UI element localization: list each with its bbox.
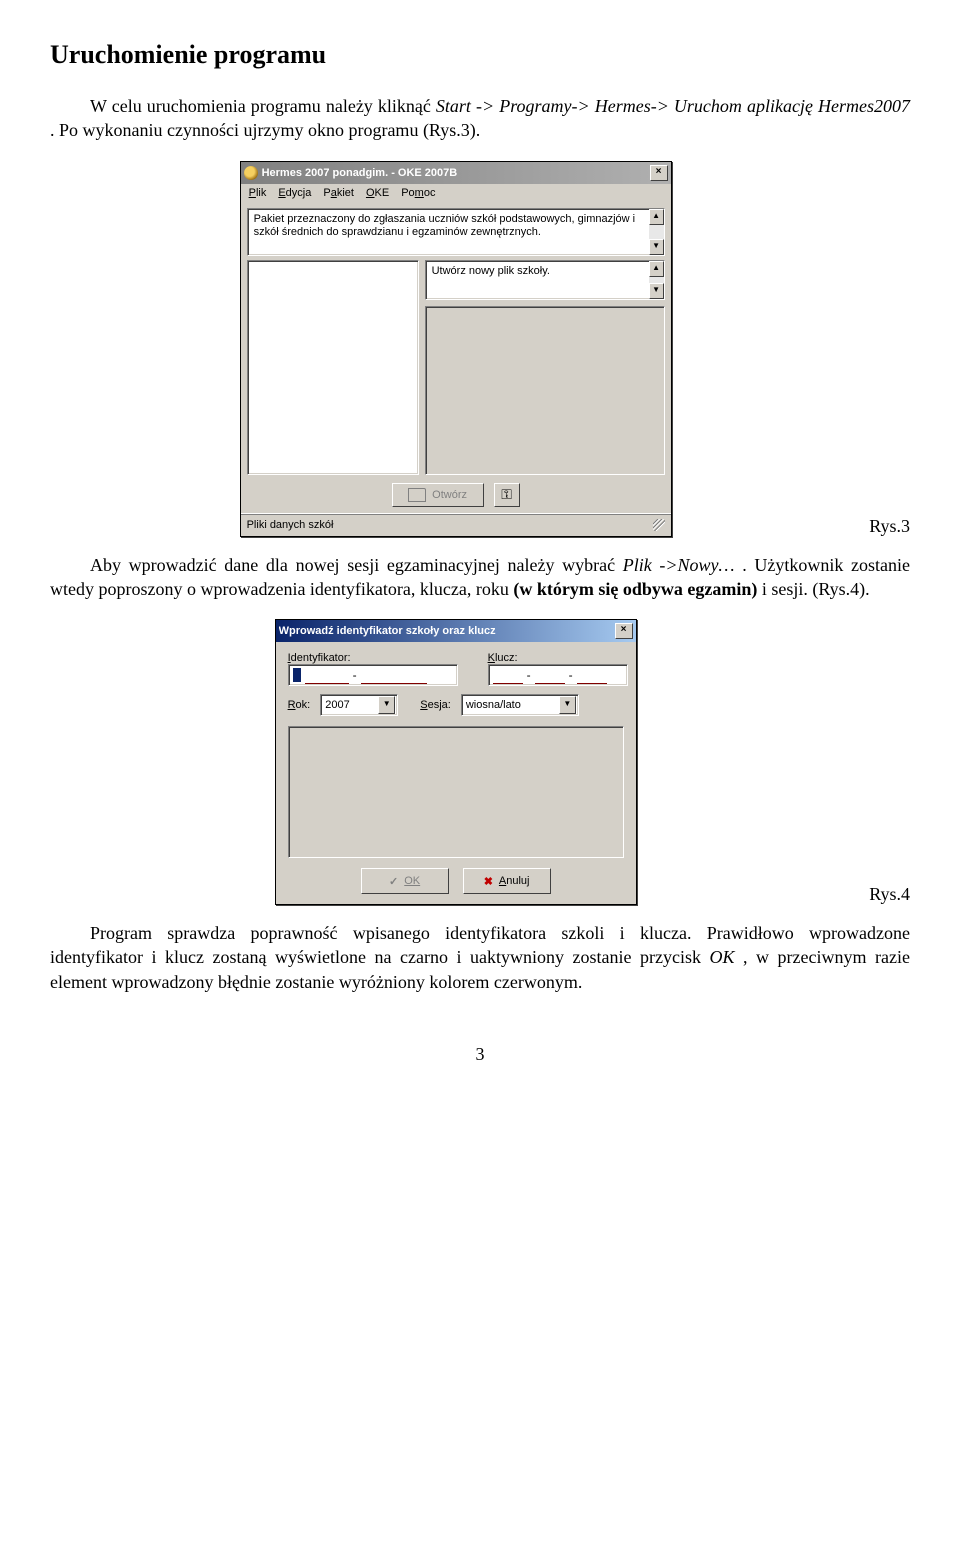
menubar: Plik Edycja Pakiet OKE Pomoc: [241, 184, 671, 202]
scroll-up-icon[interactable]: ▲: [649, 209, 664, 225]
label-klucz: Klucz:: [488, 652, 628, 664]
dash: -: [353, 668, 357, 682]
text: Aby wprowadzić dane dla nowej sesji egza…: [90, 555, 623, 575]
figure-caption-1: Rys.3: [869, 516, 910, 537]
menu-oke[interactable]: OKE: [366, 187, 389, 199]
chevron-down-icon[interactable]: ▼: [378, 696, 395, 714]
ok-button[interactable]: ✓ OK: [361, 868, 449, 894]
scrollbar[interactable]: ▲ ▼: [649, 261, 664, 299]
chevron-down-icon[interactable]: ▼: [559, 696, 576, 714]
identyfikator-input[interactable]: -: [288, 664, 458, 686]
page-number: 3: [50, 1044, 910, 1065]
scrollbar[interactable]: ▲ ▼: [649, 209, 664, 255]
hermes-main-window: Hermes 2007 ponadgim. - OKE 2007B × Plik…: [240, 161, 672, 537]
menu-path: Start -> Programy-> Hermes-> Uruchom apl…: [436, 96, 910, 116]
status-text: Pliki danych szkół: [247, 519, 334, 531]
sesja-combobox[interactable]: wiosna/lato ▼: [461, 694, 579, 716]
segment: [493, 667, 523, 684]
file-list[interactable]: [247, 260, 419, 475]
scroll-down-icon[interactable]: ▼: [649, 239, 664, 255]
cursor: [293, 668, 301, 682]
klucz-input[interactable]: - -: [488, 664, 628, 686]
folder-open-icon: [408, 488, 426, 502]
menu-pakiet[interactable]: Pakiet: [323, 187, 354, 199]
dash: -: [569, 668, 573, 682]
statusbar: Pliki danych szkół: [241, 513, 671, 536]
window-title: Hermes 2007 ponadgim. - OKE 2007B: [262, 167, 650, 179]
text: i sesji. (Rys.4).: [762, 579, 870, 599]
titlebar: Hermes 2007 ponadgim. - OKE 2007B ×: [241, 162, 671, 184]
titlebar: Wprowadź identyfikator szkoły oraz klucz…: [276, 620, 636, 642]
segment: [577, 667, 607, 684]
page-heading: Uruchomienie programu: [50, 40, 910, 70]
close-icon[interactable]: ×: [650, 165, 668, 181]
preview-panel: [425, 306, 665, 475]
dialog-title: Wprowadź identyfikator szkoły oraz klucz: [279, 625, 615, 637]
segment: [305, 667, 349, 684]
anuluj-button[interactable]: ✖ Anuluj: [463, 868, 551, 894]
text: W celu uruchomienia programu należy klik…: [90, 96, 436, 116]
menu-plik[interactable]: Plik: [249, 187, 267, 199]
paragraph-1: W celu uruchomienia programu należy klik…: [50, 94, 910, 143]
dash: -: [527, 668, 531, 682]
hint-box: Utwórz nowy plik szkoły. ▲ ▼: [425, 260, 665, 300]
button-ref: OK: [709, 947, 734, 967]
hint-text: Utwórz nowy plik szkoły.: [432, 265, 550, 277]
resize-grip-icon[interactable]: [653, 519, 665, 531]
sesja-value: wiosna/lato: [466, 699, 521, 711]
close-icon[interactable]: ×: [615, 623, 633, 639]
info-panel: [288, 726, 624, 858]
rok-value: 2007: [325, 699, 349, 711]
description-text: Pakiet przeznaczony do zgłaszania ucznió…: [254, 213, 636, 238]
menu-path: Plik ->Nowy…: [623, 555, 735, 575]
segment: [535, 667, 565, 684]
ok-button-label: OK: [404, 875, 420, 887]
text-bold: (w którym się odbywa egzamin): [513, 579, 757, 599]
text: . Po wykonaniu czynności ujrzymy okno pr…: [50, 120, 480, 140]
segment: [361, 667, 427, 684]
x-icon: ✖: [484, 875, 493, 888]
identifier-dialog: Wprowadź identyfikator szkoły oraz klucz…: [275, 619, 637, 905]
menu-edycja[interactable]: Edycja: [278, 187, 311, 199]
scroll-down-icon[interactable]: ▼: [649, 283, 664, 299]
label-rok: Rok:: [288, 699, 311, 711]
anuluj-button-label: Anuluj: [499, 875, 530, 887]
scroll-up-icon[interactable]: ▲: [649, 261, 664, 277]
open-button[interactable]: Otwórz: [392, 483, 484, 507]
paragraph-3: Program sprawdza poprawność wpisanego id…: [50, 921, 910, 994]
label-identyfikator: Identyfikator:: [288, 652, 458, 664]
app-icon: [244, 166, 258, 180]
figure-caption-2: Rys.4: [869, 884, 910, 905]
open-button-label: Otwórz: [432, 489, 467, 501]
check-icon: ✓: [389, 875, 398, 888]
menu-pomoc[interactable]: Pomoc: [401, 187, 435, 199]
description-box: Pakiet przeznaczony do zgłaszania ucznió…: [247, 208, 665, 256]
key-icon: ⚿: [501, 486, 512, 503]
rok-combobox[interactable]: 2007 ▼: [320, 694, 398, 716]
paragraph-2: Aby wprowadzić dane dla nowej sesji egza…: [50, 553, 910, 602]
key-button[interactable]: ⚿: [494, 483, 520, 507]
label-sesja: Sesja:: [420, 699, 451, 711]
